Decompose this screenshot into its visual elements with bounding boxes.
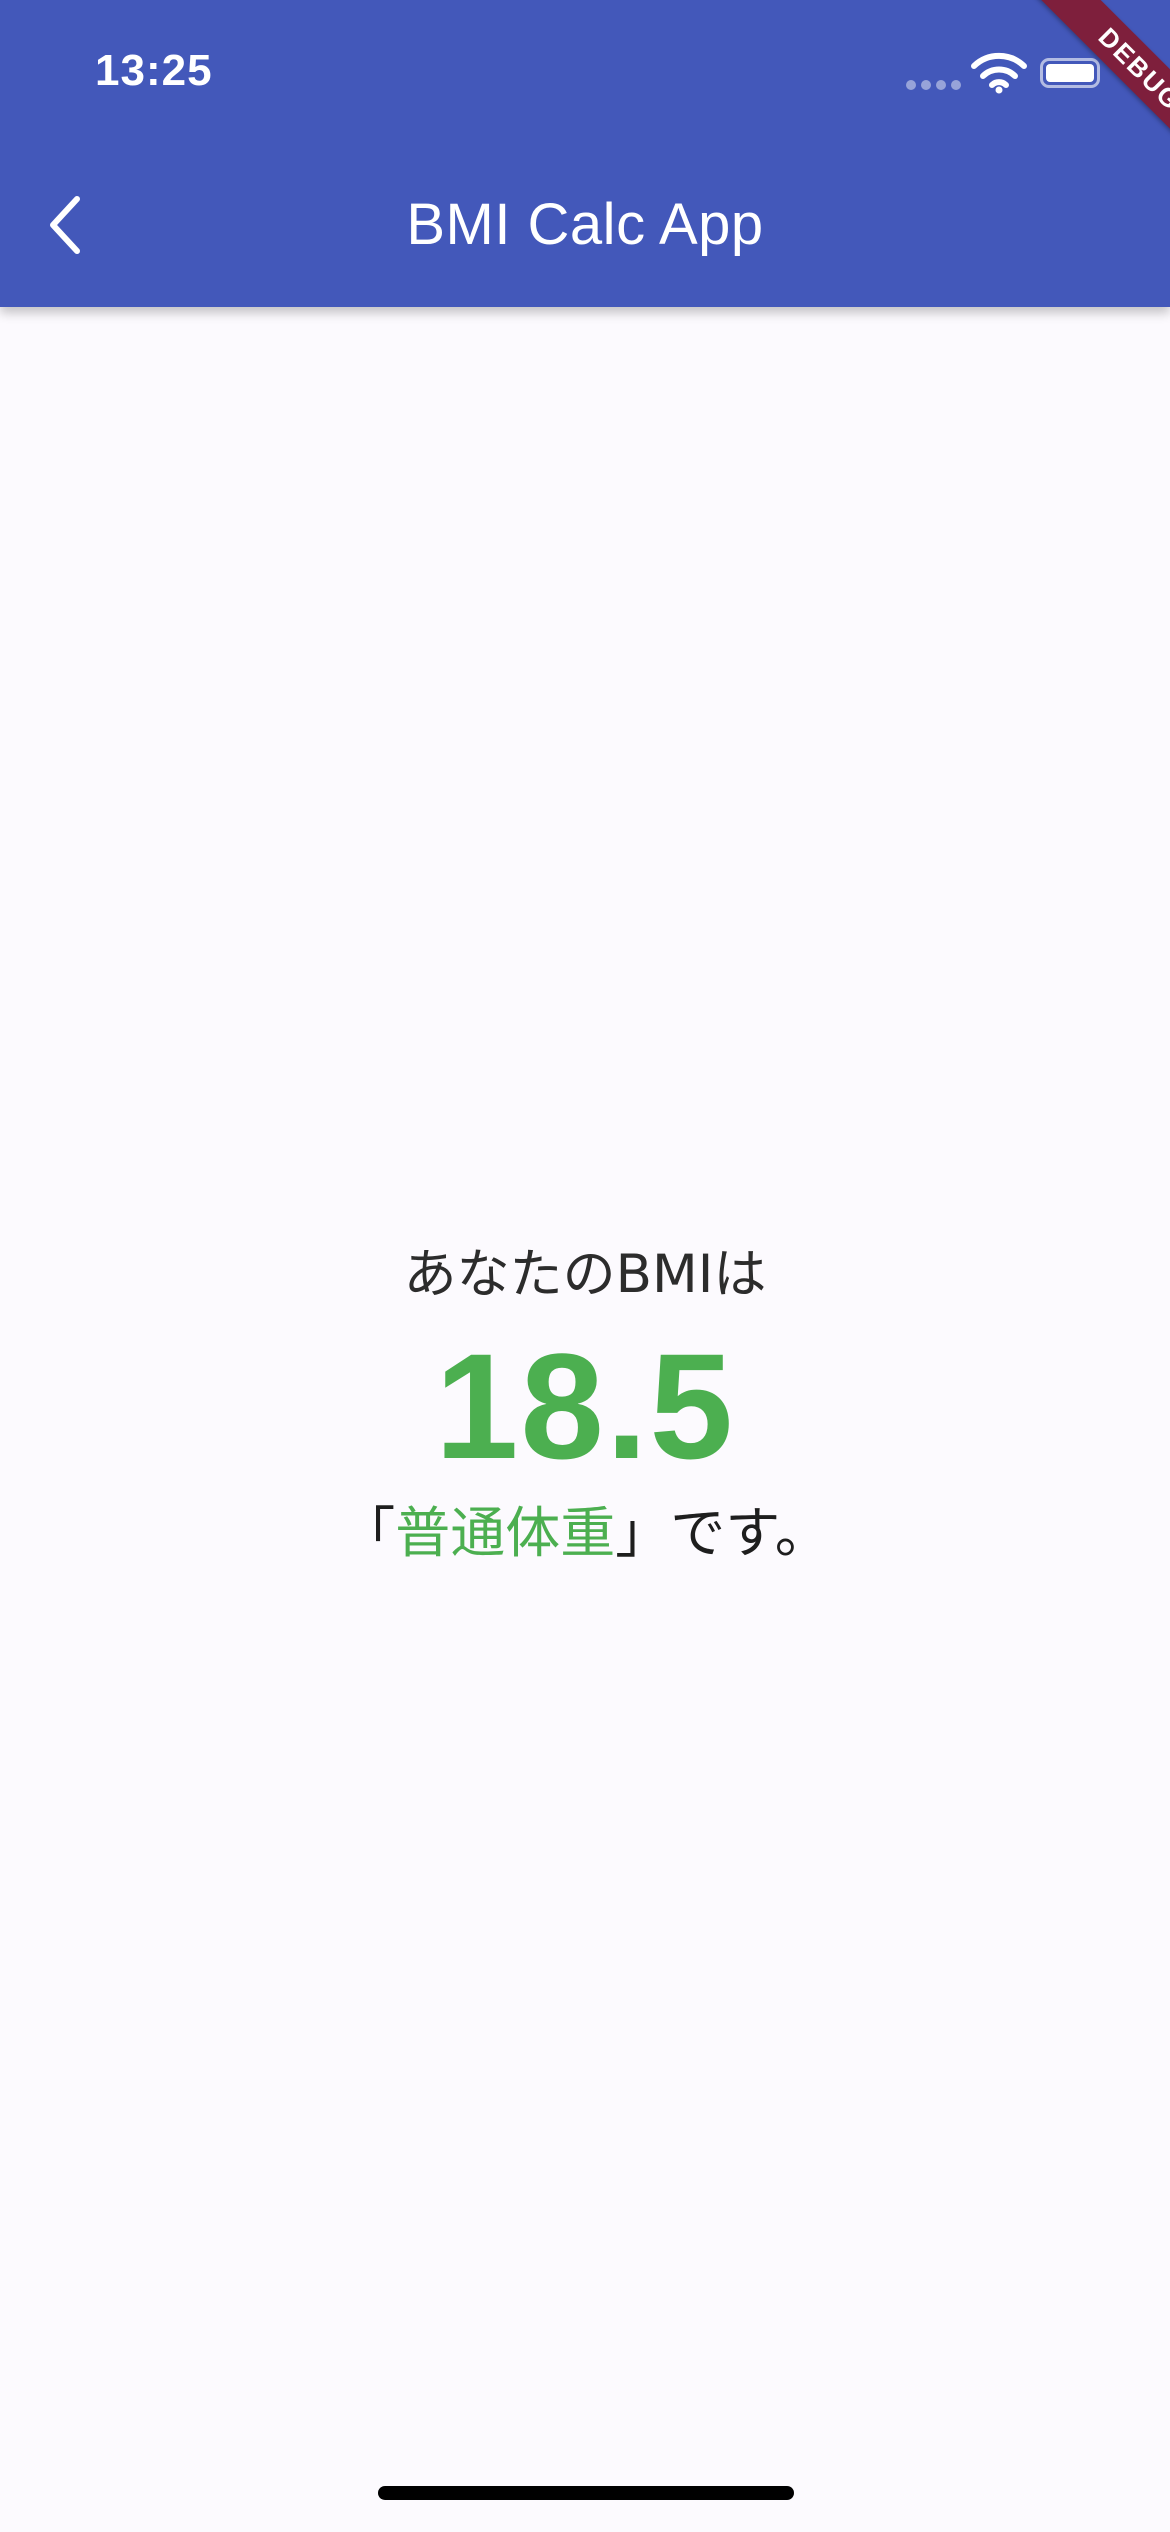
bmi-value: 18.5 xyxy=(435,1322,735,1490)
bmi-result: あなたのBMIは 18.5 「普通体重」です。 xyxy=(0,1230,1170,1578)
debug-banner: DEBUG xyxy=(1000,0,1170,170)
cellular-signal-icon xyxy=(906,80,962,90)
category-suffix: 」です。 xyxy=(615,1501,830,1565)
status-time: 13:25 xyxy=(95,46,213,95)
category-open-bracket: 「 xyxy=(340,1501,396,1565)
debug-label: DEBUG xyxy=(1033,0,1170,170)
result-lead-text: あなたのBMIは xyxy=(403,1244,767,1305)
category-line: 「普通体重」です。 xyxy=(0,1488,1170,1578)
bmi-category: 普通体重 xyxy=(395,1501,616,1565)
home-indicator[interactable] xyxy=(378,2486,794,2500)
app-title: BMI Calc App xyxy=(406,192,764,257)
app-bar: 13:25 BMI Calc App xyxy=(0,0,1170,307)
